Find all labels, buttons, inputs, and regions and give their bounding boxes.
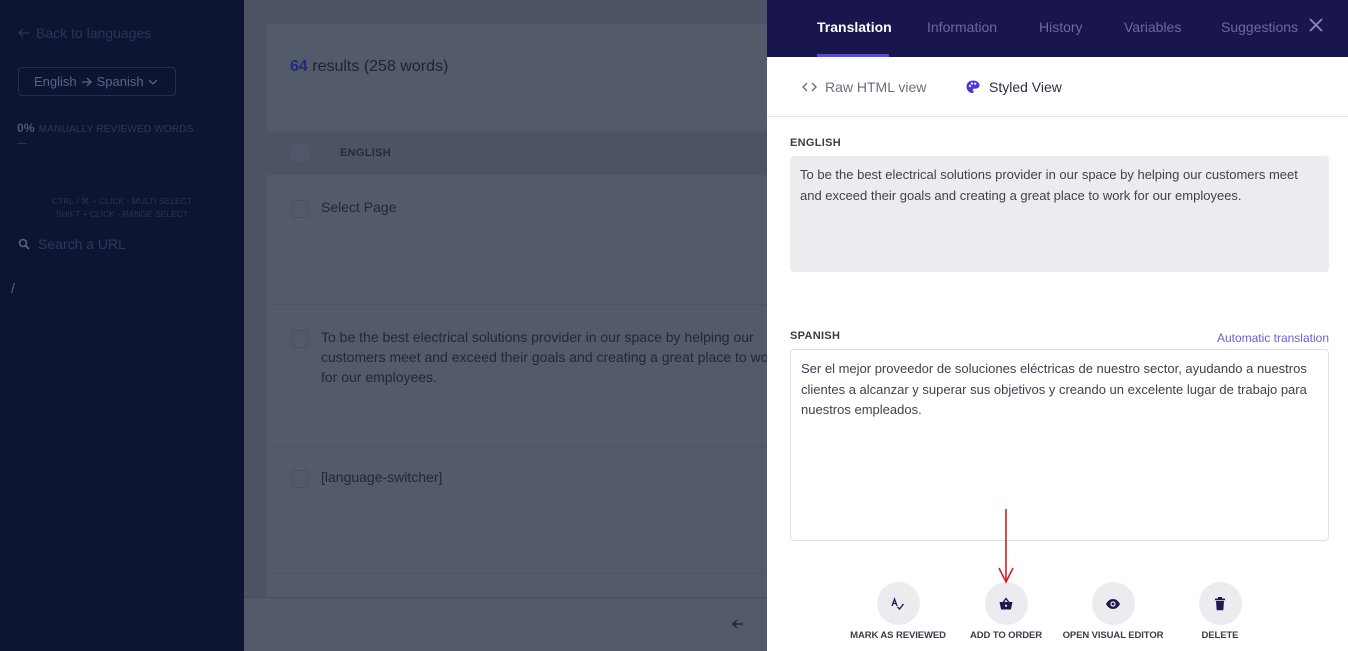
table-row[interactable]: Select Page	[321, 197, 397, 217]
select-all-checkbox[interactable]	[291, 144, 309, 162]
mark-as-reviewed-label: MARK AS REVIEWED	[850, 630, 946, 641]
source-language-label: ENGLISH	[790, 137, 841, 149]
sidebar: Back to languages English Spanish 0% MAN…	[0, 0, 244, 651]
row-checkbox[interactable]	[291, 200, 309, 218]
column-header-english: ENGLISH	[340, 147, 391, 159]
arrow-right-icon	[81, 77, 92, 86]
tab-variables[interactable]: Variables	[1124, 19, 1181, 35]
open-visual-editor-circle	[1091, 582, 1135, 625]
reviewed-percent: 0%	[17, 121, 35, 135]
row-checkbox[interactable]	[291, 470, 309, 488]
row-text-line: Select Page	[321, 199, 397, 215]
mark-as-reviewed-circle	[876, 582, 920, 625]
delete-label: DELETE	[1201, 630, 1239, 641]
previous-page-button[interactable]	[732, 617, 744, 633]
open-visual-editor-button[interactable]: OPEN VISUAL EDITOR	[1053, 582, 1173, 641]
source-language: English	[34, 74, 77, 89]
arrow-left-icon	[732, 619, 743, 629]
row-text-line: To be the best electrical solutions prov…	[321, 329, 754, 345]
row-text-line: for our employees.	[321, 369, 437, 385]
raw-html-view-toggle[interactable]: Raw HTML view	[802, 79, 926, 95]
row-divider	[267, 304, 767, 305]
url-tree-root[interactable]: /	[11, 280, 15, 296]
delete-circle	[1198, 582, 1242, 625]
mark-as-reviewed-button[interactable]: MARK AS REVIEWED	[838, 582, 958, 641]
automatic-translation-link[interactable]: Automatic translation	[1217, 331, 1329, 345]
row-checkbox[interactable]	[291, 330, 309, 348]
close-icon[interactable]	[1305, 14, 1327, 36]
add-to-order-button[interactable]: ADD TO ORDER	[946, 582, 1066, 641]
row-text-line: [language-switcher]	[321, 469, 443, 485]
target-language-label: SPANISH	[790, 330, 841, 342]
tab-translation[interactable]: Translation	[817, 19, 892, 35]
results-suffix: results (258 words)	[312, 58, 449, 75]
back-to-languages-link[interactable]: Back to languages	[18, 25, 151, 41]
results-count: 64	[290, 58, 308, 75]
search-url-input[interactable]: Search a URL	[18, 236, 126, 252]
reviewed-label: MANUALLY REVIEWED WORDS	[38, 124, 194, 135]
tab-history[interactable]: History	[1039, 19, 1083, 35]
raw-html-view-label: Raw HTML view	[825, 79, 927, 95]
search-icon	[18, 238, 30, 250]
add-to-order-circle	[984, 582, 1028, 625]
table-row[interactable]: To be the best electrical solutions prov…	[321, 327, 780, 387]
reviewed-progress-bar	[17, 143, 27, 144]
code-icon	[802, 82, 817, 92]
view-mode-bar: Raw HTML view Styled View	[767, 57, 1348, 117]
row-text-line: customers meet and exceed their goals an…	[321, 349, 781, 365]
styled-view-toggle[interactable]: Styled View	[965, 79, 1062, 95]
eye-icon	[1106, 598, 1120, 609]
search-url-placeholder: Search a URL	[38, 236, 126, 252]
add-to-order-label: ADD TO ORDER	[970, 630, 1042, 641]
target-language: Spanish	[96, 74, 144, 89]
tab-information[interactable]: Information	[927, 19, 997, 35]
arrow-left-icon	[18, 28, 29, 38]
translation-panel: Translation Information History Variable…	[767, 0, 1348, 651]
palette-icon	[966, 80, 980, 93]
translation-textarea[interactable]: Ser el mejor proveedor de soluciones elé…	[790, 349, 1329, 541]
styled-view-label: Styled View	[989, 79, 1062, 95]
multi-select-hint: CTRL / ⌘ + CLICK - MULTI SELECT	[51, 196, 193, 206]
open-visual-editor-label: OPEN VISUAL EDITOR	[1062, 630, 1164, 641]
reviewed-words-stat: 0% MANUALLY REVIEWED WORDS	[17, 121, 194, 135]
language-pair-dropdown[interactable]: English Spanish	[18, 67, 176, 96]
delete-button[interactable]: DELETE	[1160, 582, 1280, 641]
row-divider	[267, 446, 767, 447]
spellcheck-icon	[891, 596, 905, 610]
source-text: To be the best electrical solutions prov…	[790, 156, 1329, 272]
results-card	[267, 24, 767, 598]
row-divider	[267, 573, 767, 574]
selection-hints: CTRL / ⌘ + CLICK - MULTI SELECT SHIFT + …	[0, 195, 244, 221]
trash-icon	[1215, 596, 1225, 610]
panel-tabs: Translation Information History Variable…	[767, 0, 1348, 57]
chevron-down-icon	[148, 79, 158, 85]
basket-icon	[999, 596, 1013, 609]
pagination-bar	[244, 597, 767, 651]
main-content: 64 results (258 words) ENGLISH Select Pa…	[244, 0, 780, 651]
annotation-arrow-icon	[998, 509, 1014, 584]
range-select-hint: SHIFT + CLICK - RANGE SELECT	[55, 209, 189, 219]
results-summary: 64 results (258 words)	[290, 58, 448, 76]
back-link-label: Back to languages	[36, 25, 152, 41]
table-row[interactable]: [language-switcher]	[321, 467, 442, 487]
tab-suggestions[interactable]: Suggestions	[1221, 19, 1298, 35]
